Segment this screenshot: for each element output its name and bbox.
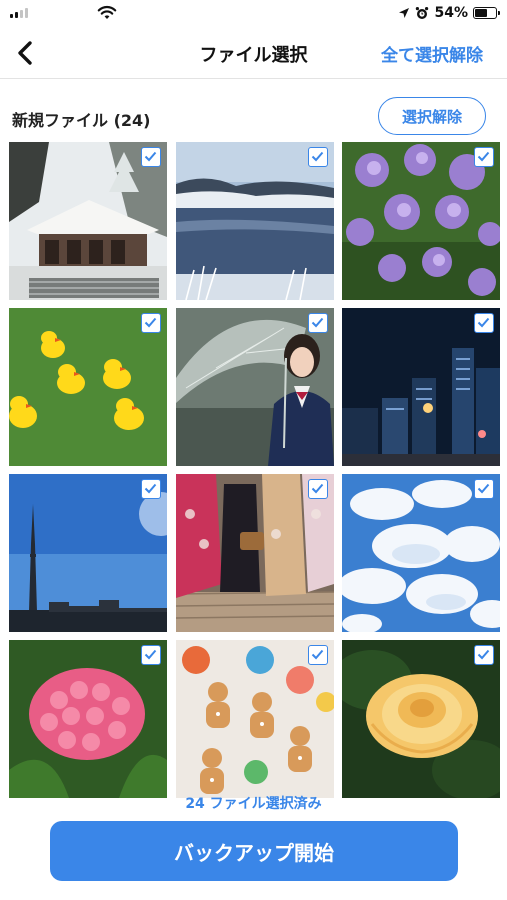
photo-grid — [9, 142, 500, 798]
photo-tile[interactable] — [342, 308, 500, 466]
checkbox-checked[interactable] — [141, 313, 161, 333]
photo-tile[interactable] — [175, 308, 334, 466]
checkbox-checked[interactable] — [307, 645, 328, 665]
checkmark-icon — [144, 483, 157, 494]
checkbox-checked[interactable] — [474, 479, 494, 499]
checkbox-checked[interactable] — [141, 479, 161, 499]
checkmark-icon — [144, 649, 157, 660]
photo-tile[interactable] — [9, 142, 167, 300]
photo-tile[interactable] — [342, 640, 500, 798]
checkmark-icon — [144, 151, 157, 162]
checkmark-icon — [311, 649, 323, 660]
deselect-all-button[interactable]: 全て選択解除 — [381, 41, 483, 66]
checkmark-icon — [477, 317, 490, 328]
deselect-button[interactable]: 選択解除 — [378, 97, 486, 135]
checkbox-checked[interactable] — [141, 147, 161, 167]
checkbox-checked[interactable] — [474, 645, 494, 665]
checkmark-icon — [477, 649, 490, 660]
chevron-left-icon[interactable] — [12, 38, 38, 68]
location-arrow-icon — [399, 8, 410, 18]
checkmark-icon — [311, 151, 323, 162]
checkmark-icon — [311, 317, 323, 328]
photo-tile[interactable] — [342, 142, 500, 300]
checkbox-checked[interactable] — [141, 645, 161, 665]
wifi-icon — [97, 5, 117, 19]
status-bar: 54% — [0, 0, 507, 28]
navigation-bar: ファイル選択 全て選択解除 — [0, 28, 507, 79]
checkbox-checked[interactable] — [474, 313, 494, 333]
signal-icon — [10, 8, 28, 18]
checkbox-checked[interactable] — [307, 147, 328, 167]
checkbox-checked[interactable] — [474, 147, 494, 167]
photo-tile[interactable] — [9, 308, 167, 466]
checkbox-checked[interactable] — [307, 479, 328, 499]
checkmark-icon — [311, 483, 323, 494]
checkbox-checked[interactable] — [307, 313, 328, 333]
selected-count-text: 24 ファイル選択済み — [185, 796, 322, 812]
checkmark-icon — [144, 317, 157, 328]
checkmark-icon — [477, 483, 490, 494]
photo-tile[interactable] — [175, 142, 334, 300]
battery-percent: 54% — [434, 5, 468, 21]
start-backup-button[interactable]: バックアップ開始 — [50, 821, 458, 881]
photo-tile[interactable] — [9, 474, 167, 632]
battery-icon — [473, 7, 500, 19]
checkmark-icon — [477, 151, 490, 162]
photo-tile[interactable] — [175, 474, 334, 632]
section-title: 新規ファイル (24) — [12, 111, 151, 130]
photo-tile[interactable] — [9, 640, 167, 798]
photo-tile[interactable] — [342, 474, 500, 632]
photo-tile[interactable] — [175, 640, 334, 798]
alarm-icon — [416, 7, 429, 19]
